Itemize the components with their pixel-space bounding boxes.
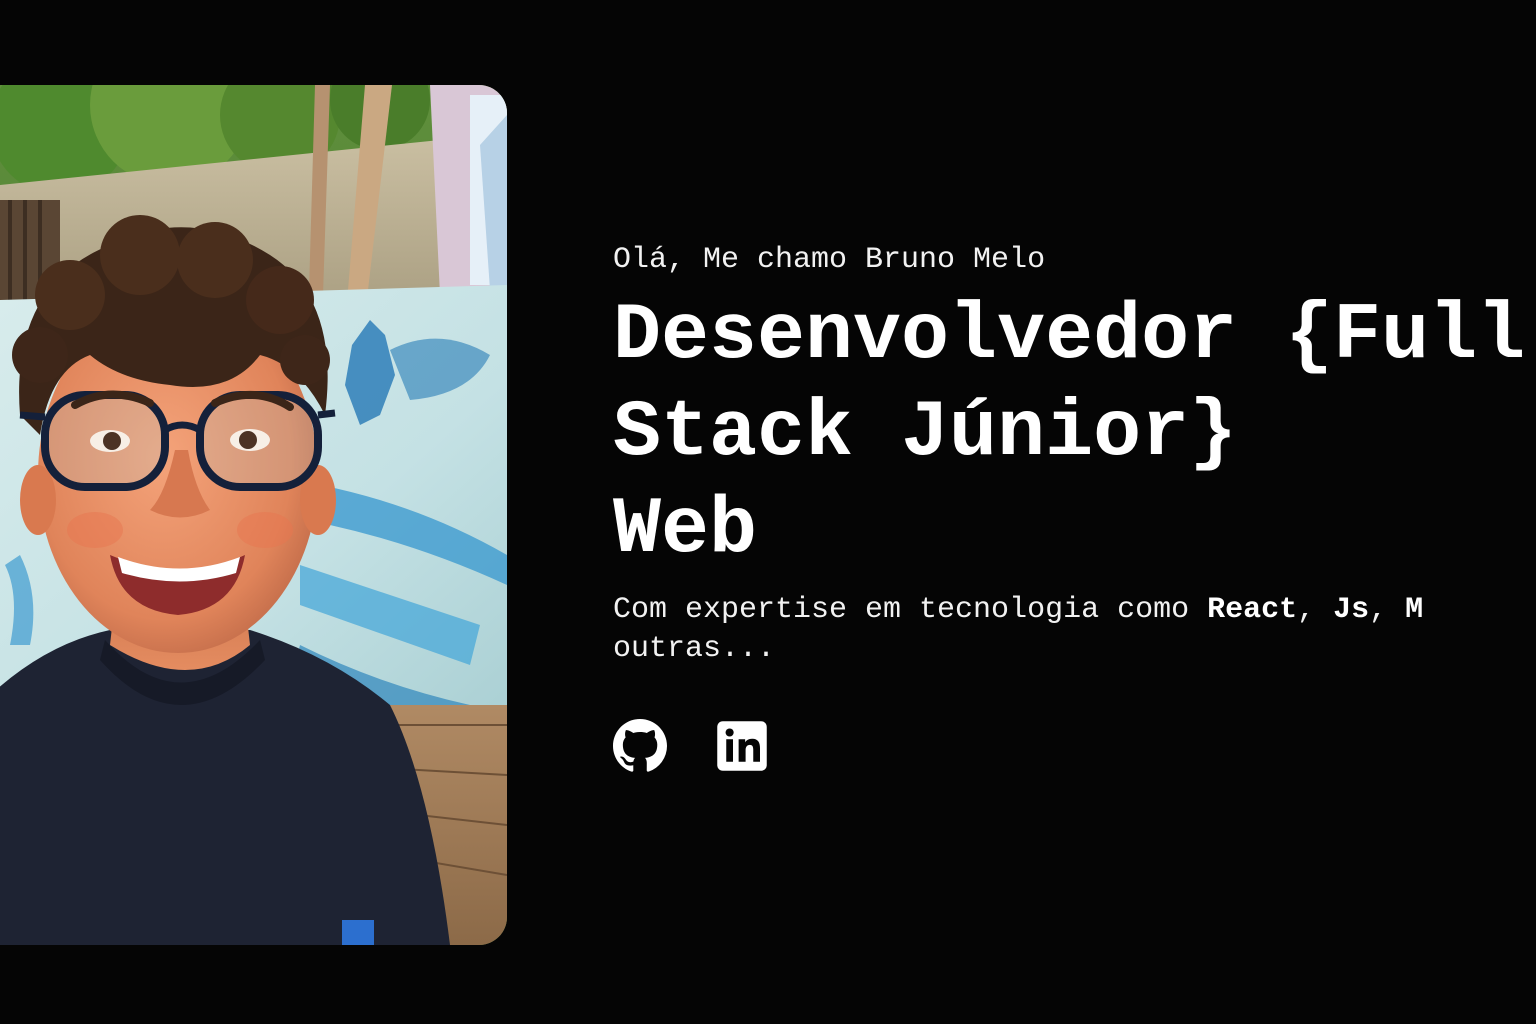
separator-1: , bbox=[1297, 593, 1334, 627]
headline-line-2: Stack Júnior} bbox=[613, 388, 1238, 479]
greeting-text: Olá, Me chamo Bruno Melo bbox=[613, 243, 1046, 277]
linkedin-link[interactable] bbox=[715, 719, 769, 773]
headline-line-3: Web bbox=[613, 485, 758, 576]
skill-react: React bbox=[1207, 593, 1298, 627]
skill-js: Js bbox=[1333, 593, 1370, 627]
description: Com expertise em tecnologia como React, … bbox=[613, 591, 1536, 669]
description-prefix: Com expertise em tecnologia como bbox=[613, 593, 1208, 627]
headline-line-1: Desenvolvedor {Full bbox=[613, 291, 1526, 382]
skill-truncated: M bbox=[1405, 593, 1424, 627]
profile-photo bbox=[0, 85, 507, 945]
social-links bbox=[613, 719, 1536, 773]
linkedin-icon bbox=[717, 721, 767, 771]
separator-2: , bbox=[1369, 593, 1406, 627]
headline: Desenvolvedor {Full Stack Júnior} Web bbox=[613, 288, 1536, 579]
hero-section: Olá, Me chamo Bruno Melo Desenvolvedor {… bbox=[613, 238, 1536, 773]
description-line-2: outras... bbox=[613, 632, 776, 666]
description-line-1: Com expertise em tecnologia como React, … bbox=[613, 591, 1536, 630]
github-icon bbox=[613, 719, 667, 772]
page: Olá, Me chamo Bruno Melo Desenvolvedor {… bbox=[0, 0, 1536, 1024]
github-link[interactable] bbox=[613, 719, 667, 773]
